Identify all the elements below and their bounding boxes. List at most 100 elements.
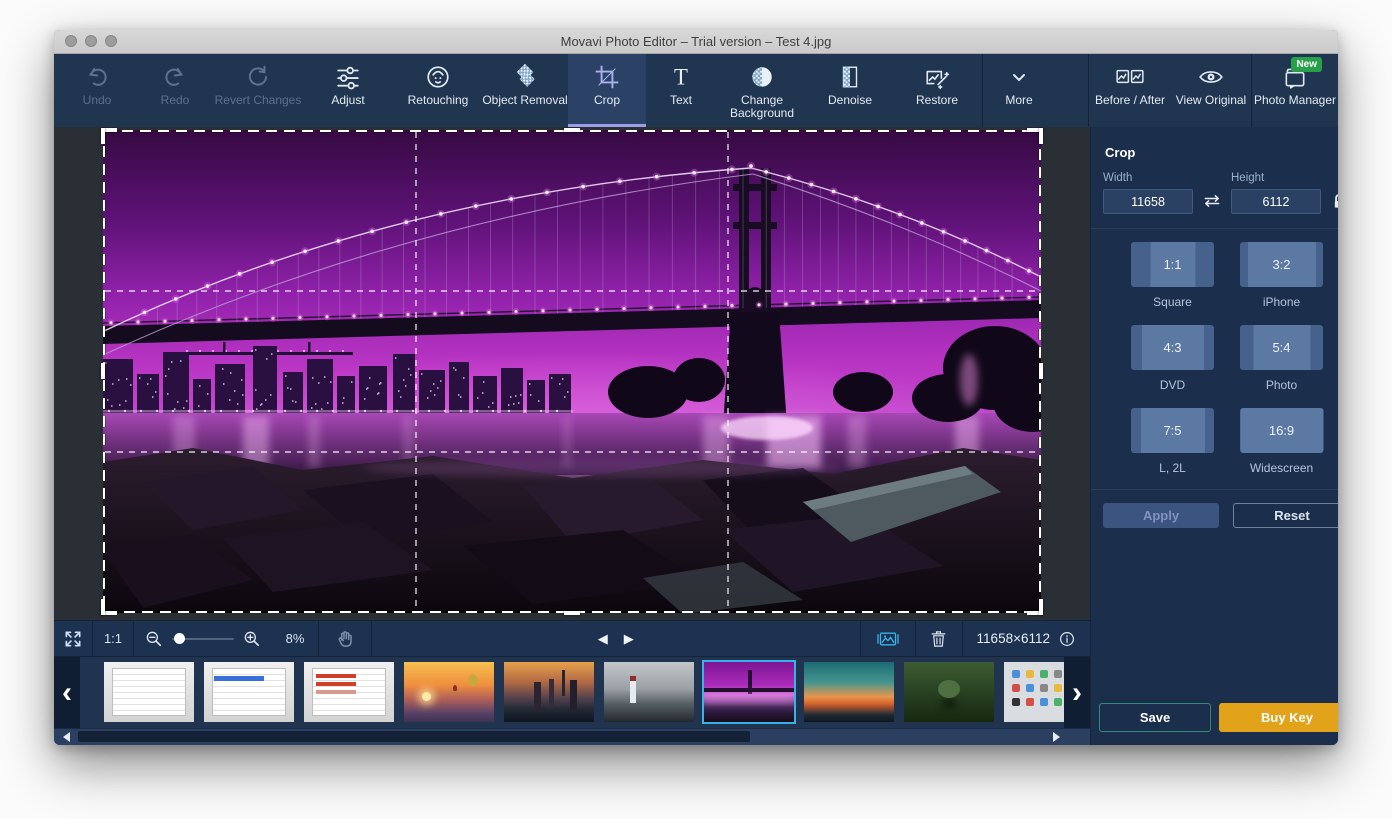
- crop-handle-right[interactable]: [1039, 363, 1043, 379]
- thumbnail-screenshot-dialog[interactable]: [304, 662, 394, 722]
- aspect-ratio-presets: 1:1 Square 3:2 iPhone 4:3 DVD 5:4 Photo …: [1091, 242, 1338, 475]
- crop-icon: [594, 63, 620, 91]
- lock-open-icon[interactable]: [1327, 188, 1338, 214]
- preset-caption: Photo: [1266, 378, 1297, 392]
- scrollbar-thumb[interactable]: [78, 731, 750, 742]
- info-icon[interactable]: [1058, 630, 1076, 648]
- preset-dvd[interactable]: 4:3 DVD: [1131, 325, 1214, 392]
- preset-caption: L, 2L: [1159, 461, 1186, 475]
- crop-handle-top-right[interactable]: [1039, 128, 1043, 144]
- delete-photo-button[interactable]: [916, 621, 962, 656]
- height-field[interactable]: [1231, 189, 1321, 214]
- width-field[interactable]: [1103, 189, 1193, 214]
- image-dimensions-label: 11658×6112: [977, 631, 1050, 646]
- crop-handle-bottom-right[interactable]: [1039, 599, 1043, 615]
- fit-to-screen-button[interactable]: [54, 621, 92, 656]
- panel-title: Crop: [1105, 145, 1338, 160]
- filmstrip: ‹ ›: [54, 656, 1090, 728]
- toolbar-button-restore[interactable]: Restore: [892, 54, 982, 127]
- toolbar-button-revert-changes[interactable]: Revert Changes: [214, 54, 302, 127]
- toolbar-label: Adjust: [331, 94, 364, 107]
- change-background-icon: [749, 63, 775, 91]
- toolbar-button-redo[interactable]: Redo: [136, 54, 214, 127]
- toolbar-label: Object Removal: [482, 94, 567, 107]
- preset-l-2l[interactable]: 7:5 L, 2L: [1131, 408, 1214, 475]
- crop-handle-top-left[interactable]: [101, 128, 105, 144]
- svg-text:T: T: [674, 65, 688, 90]
- crop-handle-top[interactable]: [564, 128, 580, 132]
- toolbar-button-view-original[interactable]: View Original: [1171, 54, 1251, 127]
- zoom-in-icon[interactable]: [242, 626, 262, 652]
- chevron-down-icon: [1007, 63, 1031, 91]
- thumbnail-teal-sunset[interactable]: [804, 662, 894, 722]
- panel-divider: [1091, 228, 1338, 229]
- previous-photo-button[interactable]: ◀: [598, 631, 608, 647]
- toggle-filmstrip-button[interactable]: [861, 621, 915, 656]
- toolbar-button-photo-manager[interactable]: New Photo Manager: [1252, 54, 1338, 127]
- toolbar-button-crop[interactable]: Crop: [568, 54, 646, 127]
- toolbar-button-undo[interactable]: Undo: [58, 54, 136, 127]
- zoom-window-button[interactable]: [105, 35, 117, 47]
- thumbnail-city-sunset[interactable]: [504, 662, 594, 722]
- scroll-right-arrow[interactable]: [1053, 732, 1060, 742]
- actual-size-button[interactable]: 1:1: [93, 621, 133, 656]
- swap-dimensions-icon[interactable]: [1199, 188, 1225, 214]
- toolbar-label: Denoise: [828, 94, 872, 107]
- crop-handle-left[interactable]: [101, 363, 105, 379]
- titlebar: Movavi Photo Editor – Trial version – Te…: [54, 30, 1338, 54]
- reset-button[interactable]: Reset: [1233, 503, 1338, 528]
- toolbar-button-before-after[interactable]: Before / After: [1089, 54, 1171, 127]
- zoom-controls: [134, 621, 272, 656]
- redo-icon: [162, 63, 188, 91]
- zoom-slider-knob[interactable]: [174, 633, 185, 644]
- thumbnail-lighthouse[interactable]: [604, 662, 694, 722]
- filmstrip-scrollbar[interactable]: [54, 728, 1090, 745]
- hand-tool-button[interactable]: [319, 621, 371, 656]
- toolbar-label: Photo Manager: [1254, 94, 1336, 107]
- text-icon: T: [668, 63, 694, 91]
- toolbar-label: Restore: [916, 94, 958, 107]
- apply-button[interactable]: Apply: [1103, 503, 1219, 528]
- thumbnail-screenshot-form[interactable]: [104, 662, 194, 722]
- scroll-left-arrow[interactable]: [63, 732, 70, 742]
- crop-handle-bottom[interactable]: [564, 611, 580, 615]
- zoom-percent: 8%: [272, 621, 318, 656]
- minimize-window-button[interactable]: [85, 35, 97, 47]
- preset-widescreen[interactable]: 16:9 Widescreen: [1240, 408, 1323, 475]
- close-window-button[interactable]: [65, 35, 77, 47]
- toolbar-button-retouching[interactable]: Retouching: [394, 54, 482, 127]
- zoom-slider[interactable]: [172, 638, 234, 640]
- preset-square[interactable]: 1:1 Square: [1131, 242, 1214, 309]
- crop-handle-bottom-left[interactable]: [101, 599, 105, 615]
- filmstrip-next-button[interactable]: ›: [1064, 657, 1090, 728]
- filmstrip-prev-button[interactable]: ‹: [54, 657, 80, 728]
- actual-size-label: 1:1: [104, 631, 122, 646]
- thumbnail-balloons-sunset[interactable]: [404, 662, 494, 722]
- toolbar-button-object-removal[interactable]: Object Removal: [482, 54, 568, 127]
- thumbnail-forest[interactable]: [904, 662, 994, 722]
- toolbar-button-change-background[interactable]: Change Background: [716, 54, 808, 127]
- toolbar-button-denoise[interactable]: Denoise: [808, 54, 892, 127]
- thumbnail-screenshot-list[interactable]: [204, 662, 294, 722]
- retouching-face-icon: [425, 63, 451, 91]
- object-removal-icon: [512, 63, 538, 91]
- crop-panel: Crop Width Height: [1090, 127, 1338, 745]
- toolbar-label: Redo: [161, 94, 190, 107]
- thumbnail-purple-bridge-selected[interactable]: [704, 662, 794, 722]
- zoom-out-icon[interactable]: [144, 626, 164, 652]
- buy-key-button[interactable]: Buy Key: [1219, 703, 1338, 732]
- window-title: Movavi Photo Editor – Trial version – Te…: [561, 34, 832, 49]
- preset-photo[interactable]: 5:4 Photo: [1240, 325, 1323, 392]
- crop-area[interactable]: [103, 130, 1041, 613]
- toolbar-label: Before / After: [1095, 94, 1165, 107]
- new-badge: New: [1291, 57, 1322, 72]
- toolbar-button-more[interactable]: More: [983, 54, 1055, 127]
- toolbar-button-adjust[interactable]: Adjust: [302, 54, 394, 127]
- preset-ratio: 3:2: [1272, 257, 1290, 272]
- next-photo-button[interactable]: ▶: [624, 631, 634, 647]
- preset-iphone[interactable]: 3:2 iPhone: [1240, 242, 1323, 309]
- undo-icon: [84, 63, 110, 91]
- revert-icon: [245, 63, 271, 91]
- save-button[interactable]: Save: [1099, 703, 1211, 732]
- toolbar-button-text[interactable]: T Text: [646, 54, 716, 127]
